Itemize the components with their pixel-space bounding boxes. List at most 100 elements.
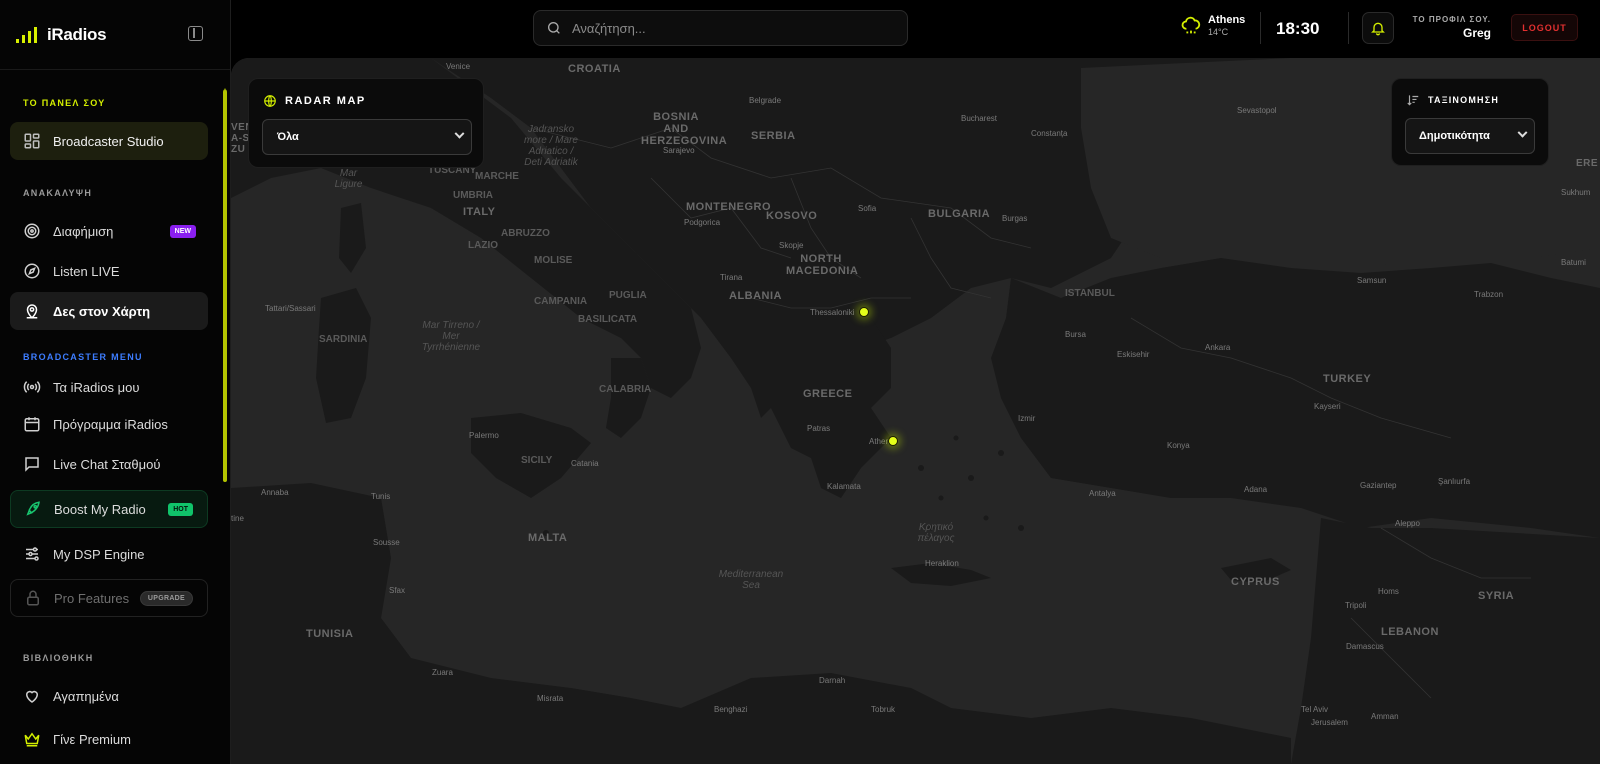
dashboard-icon (23, 132, 41, 150)
profile-menu[interactable]: ΤΟ ΠΡΟΦΙΛ ΣΟΥ. Greg (1406, 15, 1491, 40)
sidebar-item-label: Τα iRadios μου (53, 379, 140, 395)
map-city: Sofia (858, 204, 877, 213)
sidebar-item-premium[interactable]: Γίνε Premium (10, 720, 208, 758)
sidebar-item-label: Διαφήμιση (53, 223, 114, 239)
map-city: Tunis (371, 492, 391, 501)
map-label: CALABRIA (599, 384, 652, 395)
map-label: TUNISIA (306, 628, 354, 640)
map-label: BOSNIA AND HERZEGOVINA (641, 111, 728, 147)
weather-city: Athens (1208, 14, 1246, 26)
weather-temp: 14°C (1208, 27, 1229, 37)
map-city: tine (231, 514, 244, 523)
map-label: MARCHE (475, 171, 519, 182)
sidebar-item-dsp-engine[interactable]: My DSP Engine (10, 535, 208, 573)
sidebar-item-schedule[interactable]: Πρόγραμμα iRadios (10, 405, 208, 443)
map-city: Gaziantep (1360, 481, 1397, 490)
map-label: ERE (1576, 158, 1599, 169)
target-icon (23, 222, 41, 240)
sort-icon (1407, 95, 1419, 106)
hot-badge: HOT (168, 502, 193, 516)
map-city: Damascus (1346, 642, 1384, 651)
search-bar[interactable] (533, 10, 908, 46)
sidebar-item-label: Live Chat Σταθμού (53, 456, 161, 472)
map-city: Annaba (261, 488, 289, 497)
sort-value: Δημοτικότητα (1419, 130, 1490, 142)
map-sea: Mar Ligure (334, 168, 363, 190)
map-city: Venice (446, 62, 471, 71)
new-badge: NEW (169, 224, 196, 238)
map-label: CROATIA (568, 63, 621, 75)
cloud-rain-icon (1181, 16, 1201, 33)
weather-widget: Athens 14°C (1180, 14, 1245, 37)
upgrade-badge: UPGRADE (139, 590, 193, 606)
sidebar-item-label: Broadcaster Studio (53, 133, 164, 149)
search-input[interactable] (572, 20, 872, 36)
sidebar-item-boost[interactable]: Boost My Radio HOT (10, 490, 208, 528)
sidebar-item-favorites[interactable]: Αγαπημένα (10, 677, 208, 715)
map-label: BULGARIA (928, 208, 991, 220)
map-label: LEBANON (1381, 626, 1439, 638)
map-label: SERBIA (751, 130, 796, 142)
map-city: Podgorica (684, 218, 721, 227)
profile-label: ΤΟ ΠΡΟΦΙΛ ΣΟΥ. (1412, 15, 1491, 24)
sort-panel: ΤΑΞΙΝΟΜΗΣΗ Δημοτικότητα (1391, 78, 1549, 166)
sidebar-item-listen-live[interactable]: Listen LIVE (10, 252, 208, 290)
crown-icon (23, 730, 41, 748)
sidebar-item-map[interactable]: Δες στον Χάρτη (10, 292, 208, 330)
map-city: Antalya (1089, 489, 1116, 498)
sidebar-item-my-iradios[interactable]: Τα iRadios μου (10, 368, 208, 406)
sidebar-item-advertising[interactable]: Διαφήμιση NEW (10, 212, 208, 250)
globe-icon (264, 95, 276, 107)
heart-icon (23, 687, 41, 705)
map-view[interactable]: CROATIA BOSNIA AND HERZEGOVINA SERBIA MO… (231, 58, 1600, 764)
map-label: ZU (231, 144, 246, 155)
chevron-down-icon (454, 128, 465, 139)
broadcast-icon (23, 378, 41, 396)
radar-filter-select[interactable]: Όλα (262, 119, 472, 155)
station-marker[interactable] (859, 307, 869, 317)
map-city: Jerusalem (1311, 718, 1348, 727)
calendar-icon (23, 415, 41, 433)
sidebar-item-label: Boost My Radio (54, 501, 146, 517)
map-city: Bursa (1065, 330, 1086, 339)
sidebar-item-label: My DSP Engine (53, 546, 145, 562)
map-label: TURKEY (1323, 373, 1372, 385)
compass-icon (23, 262, 41, 280)
collapse-sidebar-icon[interactable] (188, 26, 203, 41)
sidebar-item-label: Πρόγραμμα iRadios (53, 416, 168, 432)
sidebar-item-live-chat[interactable]: Live Chat Σταθμού (10, 445, 208, 483)
map-city: Heraklion (925, 559, 959, 568)
map-city: Ankara (1205, 343, 1231, 352)
logout-button[interactable]: LOGOUT (1511, 14, 1578, 41)
map-label: ALBANIA (729, 290, 782, 302)
map-city: Amman (1371, 712, 1399, 721)
station-marker[interactable] (888, 436, 898, 446)
radar-title: RADAR MAP (263, 94, 366, 108)
sort-select[interactable]: Δημοτικότητα (1405, 118, 1535, 154)
chat-icon (23, 455, 41, 473)
map-city: Aleppo (1395, 519, 1420, 528)
map-city: Konya (1167, 441, 1190, 450)
section-broadcaster: BROADCASTER MENU (23, 352, 143, 362)
sidebar-scrollbar[interactable] (223, 90, 227, 482)
map-label: MOLISE (534, 255, 573, 266)
map-label: ITALY (463, 206, 496, 218)
divider (1348, 12, 1349, 44)
map-label: MALTA (528, 532, 568, 544)
sidebar-item-label: Listen LIVE (53, 263, 120, 279)
sidebar-item-label: Δες στον Χάρτη (53, 303, 151, 319)
sidebar-item-pro-features[interactable]: Pro Features UPGRADE (10, 579, 208, 617)
map-label: NORTH MACEDONIA (786, 253, 859, 277)
map-sea: Jadransko more / Mare Adriatico / Deti A… (524, 124, 578, 168)
sidebar-item-broadcaster-studio[interactable]: Broadcaster Studio (10, 122, 208, 160)
rocket-icon (24, 500, 42, 518)
chevron-down-icon (1517, 127, 1528, 138)
notifications-button[interactable] (1362, 12, 1394, 44)
sidebar: iRadios ΤΟ ΠΑΝΕΛ ΣΟΥ Broadcaster Studio … (0, 0, 231, 764)
map-city: Palermo (469, 431, 499, 440)
sidebar-item-label: Pro Features (54, 590, 130, 606)
map-city: Sousse (373, 538, 400, 547)
map-city: Tel Aviv (1301, 705, 1328, 714)
map-sea: Mediterranean Sea (718, 569, 784, 591)
map-label: ABRUZZO (501, 228, 550, 239)
